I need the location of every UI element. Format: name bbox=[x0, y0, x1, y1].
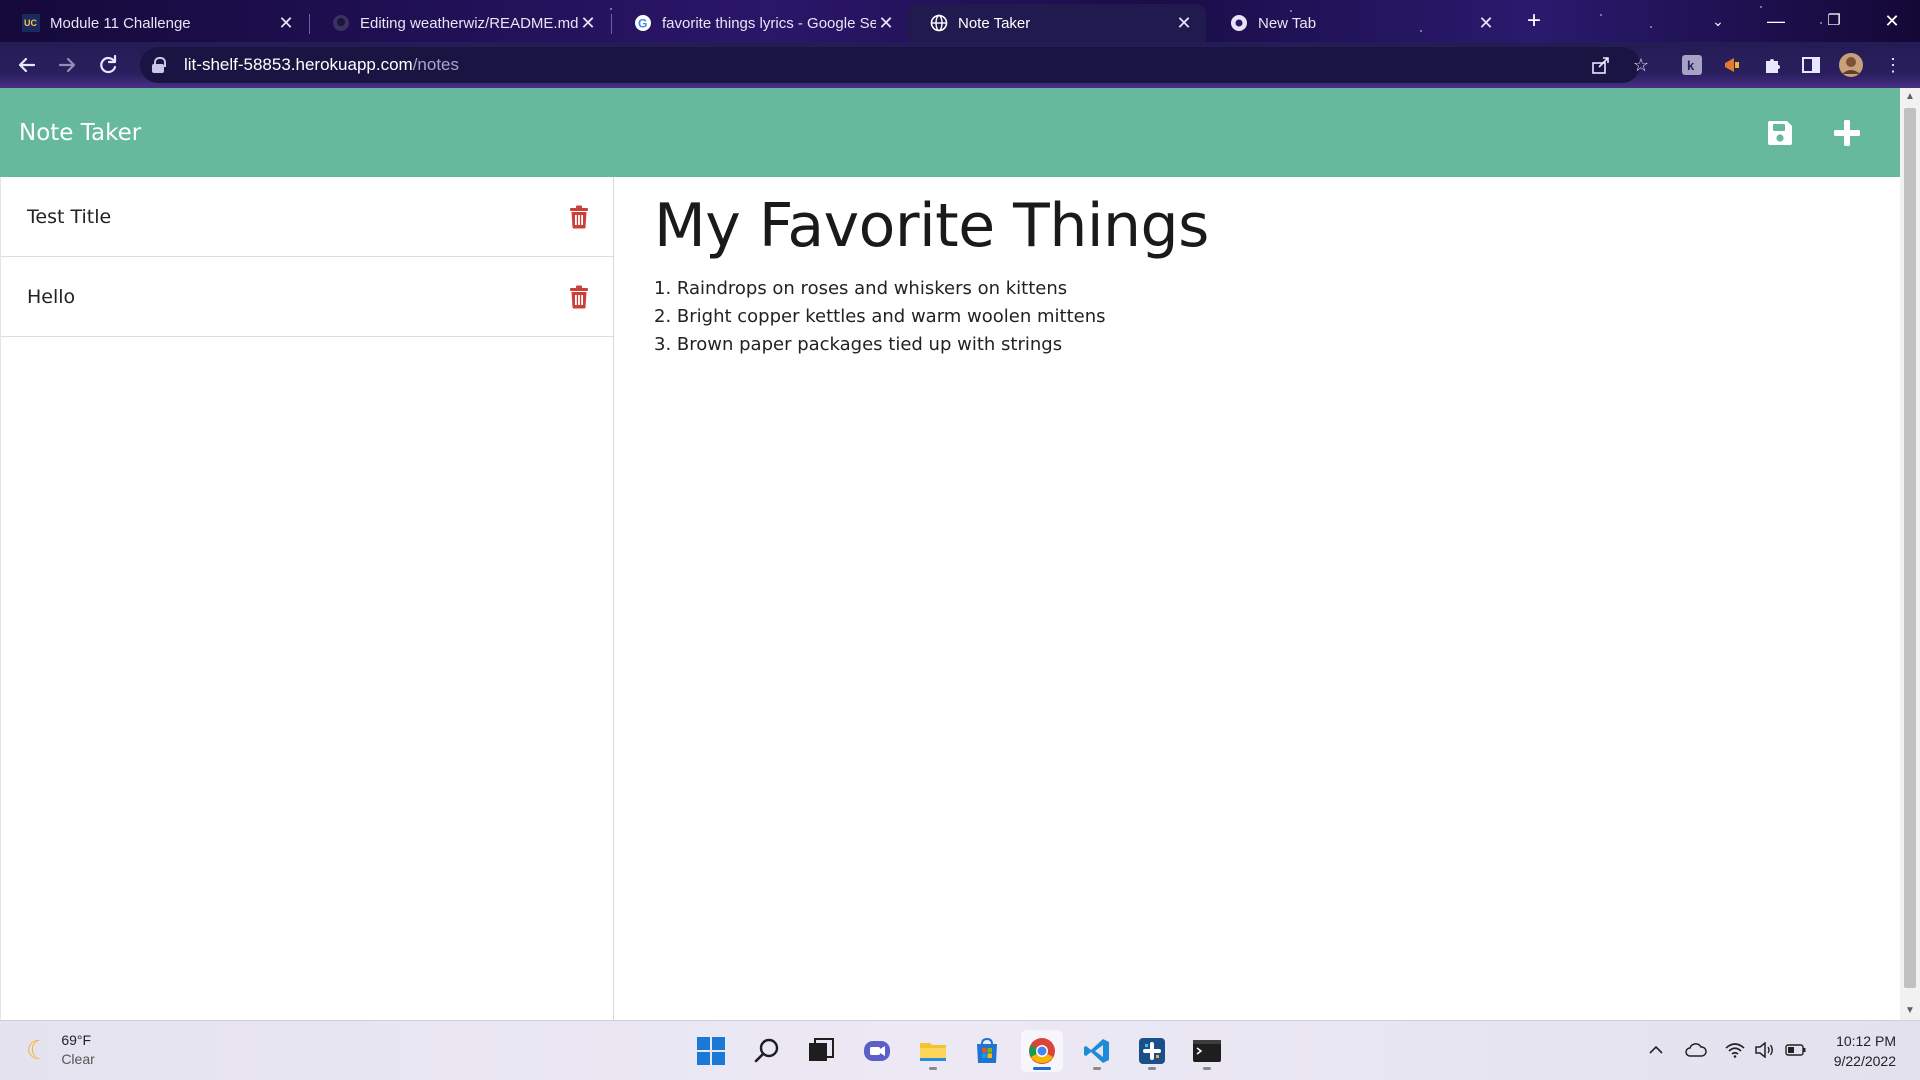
back-icon[interactable] bbox=[12, 50, 42, 80]
close-window-button[interactable]: ✕ bbox=[1864, 4, 1920, 38]
app-brand[interactable]: Note Taker bbox=[19, 120, 141, 146]
chrome-icon bbox=[1230, 14, 1248, 32]
tab-search-chevron-icon[interactable]: ⌄ bbox=[1690, 4, 1746, 38]
note-line: 1. Raindrops on roses and whiskers on ki… bbox=[654, 278, 1068, 299]
save-icon[interactable] bbox=[1763, 116, 1797, 150]
terminal-icon[interactable] bbox=[1186, 1030, 1228, 1072]
clock-time: 10:12 PM bbox=[1836, 1033, 1896, 1049]
close-icon[interactable]: ✕ bbox=[276, 13, 296, 34]
svg-text:k: k bbox=[1687, 58, 1695, 73]
file-explorer-icon[interactable] bbox=[912, 1030, 954, 1072]
globe-icon bbox=[930, 14, 948, 32]
url-host: lit-shelf-58853.herokuapp.com bbox=[184, 55, 413, 74]
task-view-icon[interactable] bbox=[800, 1030, 842, 1072]
search-icon[interactable] bbox=[746, 1030, 788, 1072]
note-title-input[interactable]: My Favorite Things bbox=[654, 191, 1209, 261]
new-tab-button[interactable]: + bbox=[1520, 8, 1548, 36]
address-bar[interactable]: lit-shelf-58853.herokuapp.com/notes bbox=[140, 47, 1640, 83]
moon-icon: ☾ bbox=[26, 1034, 50, 1065]
wifi-icon[interactable] bbox=[1724, 1039, 1746, 1061]
vscode-icon[interactable] bbox=[1076, 1030, 1118, 1072]
close-icon[interactable]: ✕ bbox=[876, 13, 896, 34]
windows-start-icon[interactable] bbox=[690, 1030, 732, 1072]
close-icon[interactable]: ✕ bbox=[1174, 13, 1194, 34]
note-line: 3. Brown paper packages tied up with str… bbox=[654, 334, 1063, 355]
minimize-button[interactable]: — bbox=[1748, 4, 1804, 38]
battery-icon[interactable] bbox=[1785, 1039, 1807, 1061]
tab-label: Module 11 Challenge bbox=[50, 14, 191, 32]
notes-list: Test Title Hello bbox=[0, 177, 614, 1020]
note-line: 2. Bright copper kettles and warm woolen… bbox=[654, 306, 1106, 327]
extension-megaphone-icon[interactable] bbox=[1719, 52, 1745, 78]
tab-label: Note Taker bbox=[958, 14, 1031, 32]
note-title[interactable]: Test Title bbox=[27, 206, 111, 228]
trash-icon[interactable] bbox=[567, 204, 591, 230]
extensions-puzzle-icon[interactable] bbox=[1759, 52, 1785, 78]
browser-menu-icon[interactable]: ⋮ bbox=[1880, 52, 1906, 78]
svg-text:UC: UC bbox=[24, 18, 37, 28]
close-icon[interactable]: ✕ bbox=[1476, 13, 1496, 34]
google-icon: G bbox=[634, 14, 652, 32]
new-note-plus-icon[interactable] bbox=[1830, 116, 1864, 150]
weather-temp: 69°F bbox=[61, 1032, 92, 1048]
reload-icon[interactable] bbox=[93, 50, 123, 80]
uc-davis-icon: UC bbox=[22, 14, 40, 32]
weather-condition: Clear bbox=[61, 1051, 95, 1067]
clock-date: 9/22/2022 bbox=[1833, 1053, 1896, 1069]
forward-icon[interactable] bbox=[52, 50, 82, 80]
svg-text:G: G bbox=[638, 17, 647, 31]
weather-widget[interactable]: ☾ 69°F Clear bbox=[26, 1031, 95, 1069]
app-header: Note Taker bbox=[0, 88, 1900, 177]
browser-toolbar: lit-shelf-58853.herokuapp.com/notes ☆ k … bbox=[0, 42, 1920, 88]
restore-button[interactable]: ❐ bbox=[1806, 4, 1862, 38]
browser-tab-strip: UC Module 11 Challenge ✕ Editing weather… bbox=[0, 0, 1920, 42]
scrollbar-thumb[interactable] bbox=[1904, 108, 1916, 988]
volume-icon[interactable] bbox=[1754, 1039, 1776, 1061]
show-hidden-icons-chevron-icon[interactable] bbox=[1645, 1039, 1667, 1061]
trash-icon[interactable] bbox=[567, 284, 591, 310]
tab-label: favorite things lyrics - Google Se bbox=[662, 14, 876, 32]
tab-label: Editing weatherwiz/README.md bbox=[360, 14, 578, 32]
github-icon bbox=[332, 14, 350, 32]
tab-new-tab[interactable]: New Tab ✕ bbox=[1208, 4, 1508, 42]
windows-taskbar: ☾ 69°F Clear 10:12 PM 9/22/2022 bbox=[0, 1020, 1920, 1080]
store-icon[interactable] bbox=[966, 1030, 1008, 1072]
close-icon[interactable]: ✕ bbox=[578, 13, 598, 34]
system-clock[interactable]: 10:12 PM 9/22/2022 bbox=[1834, 1031, 1896, 1071]
tab-google-search[interactable]: G favorite things lyrics - Google Se ✕ bbox=[612, 4, 908, 42]
teams-chat-icon[interactable] bbox=[856, 1030, 898, 1072]
extension-k-icon[interactable]: k bbox=[1679, 52, 1705, 78]
page-scrollbar[interactable]: ▲ ▼ bbox=[1900, 88, 1920, 1020]
url-path: /notes bbox=[412, 55, 459, 74]
list-item[interactable]: Test Title bbox=[1, 177, 613, 257]
note-editor: My Favorite Things 1. Raindrops on roses… bbox=[614, 177, 1900, 1020]
lock-icon bbox=[152, 57, 166, 73]
tab-note-taker[interactable]: Note Taker ✕ bbox=[908, 4, 1206, 42]
list-item[interactable]: Hello bbox=[1, 257, 613, 337]
bookmark-star-icon[interactable]: ☆ bbox=[1628, 52, 1654, 78]
note-text-area[interactable]: 1. Raindrops on roses and whiskers on ki… bbox=[654, 275, 1106, 359]
share-icon[interactable] bbox=[1588, 52, 1614, 78]
profile-avatar[interactable] bbox=[1838, 52, 1864, 78]
slack-icon[interactable] bbox=[1131, 1030, 1173, 1072]
note-title[interactable]: Hello bbox=[27, 286, 75, 308]
scroll-up-arrow-icon[interactable]: ▲ bbox=[1900, 88, 1920, 106]
scroll-down-arrow-icon[interactable]: ▼ bbox=[1900, 1002, 1920, 1020]
tab-editing-readme[interactable]: Editing weatherwiz/README.md ✕ bbox=[310, 4, 610, 42]
chrome-taskbar-icon[interactable] bbox=[1021, 1030, 1063, 1072]
tab-module-11-challenge[interactable]: UC Module 11 Challenge ✕ bbox=[0, 4, 308, 42]
tab-label: New Tab bbox=[1258, 14, 1317, 32]
side-panel-icon[interactable] bbox=[1798, 52, 1824, 78]
onedrive-cloud-icon[interactable] bbox=[1685, 1039, 1707, 1061]
